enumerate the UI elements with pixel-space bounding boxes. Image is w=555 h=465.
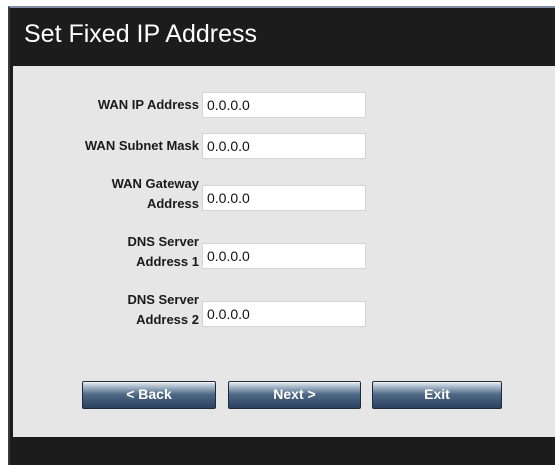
form-panel: WAN IP Address WAN Subnet Mask WAN Gatew…: [13, 66, 555, 437]
bottom-bar: [10, 437, 555, 465]
exit-button[interactable]: Exit: [372, 381, 502, 409]
dns1-input[interactable]: [202, 243, 366, 269]
dns1-label: DNS Server Address 1: [127, 232, 199, 272]
dns2-label: DNS Server Address 2: [127, 290, 199, 330]
dns2-label-line1: DNS Server: [127, 292, 199, 307]
dns2-label-line2: Address 2: [136, 312, 199, 327]
dns2-input[interactable]: [202, 301, 366, 327]
dns1-label-line2: Address 1: [136, 254, 199, 269]
wan-ip-label: WAN IP Address: [97, 97, 199, 112]
wan-gateway-label-line1: WAN Gateway: [111, 176, 199, 191]
page-title: Set Fixed IP Address: [24, 20, 257, 48]
wan-ip-input[interactable]: [202, 92, 366, 118]
dns1-label-line1: DNS Server: [127, 234, 199, 249]
wan-gateway-label: WAN Gateway Address: [112, 174, 199, 214]
wan-gateway-label-line2: Address: [146, 196, 199, 211]
wan-subnet-input[interactable]: [202, 133, 366, 159]
title-bar: Set Fixed IP Address: [10, 8, 555, 65]
wan-subnet-label: WAN Subnet Mask: [84, 138, 199, 153]
back-button[interactable]: < Back: [82, 381, 216, 409]
wizard-window: Set Fixed IP Address WAN IP Address WAN …: [8, 6, 555, 465]
next-button[interactable]: Next >: [228, 381, 361, 409]
wan-gateway-input[interactable]: [202, 185, 366, 211]
